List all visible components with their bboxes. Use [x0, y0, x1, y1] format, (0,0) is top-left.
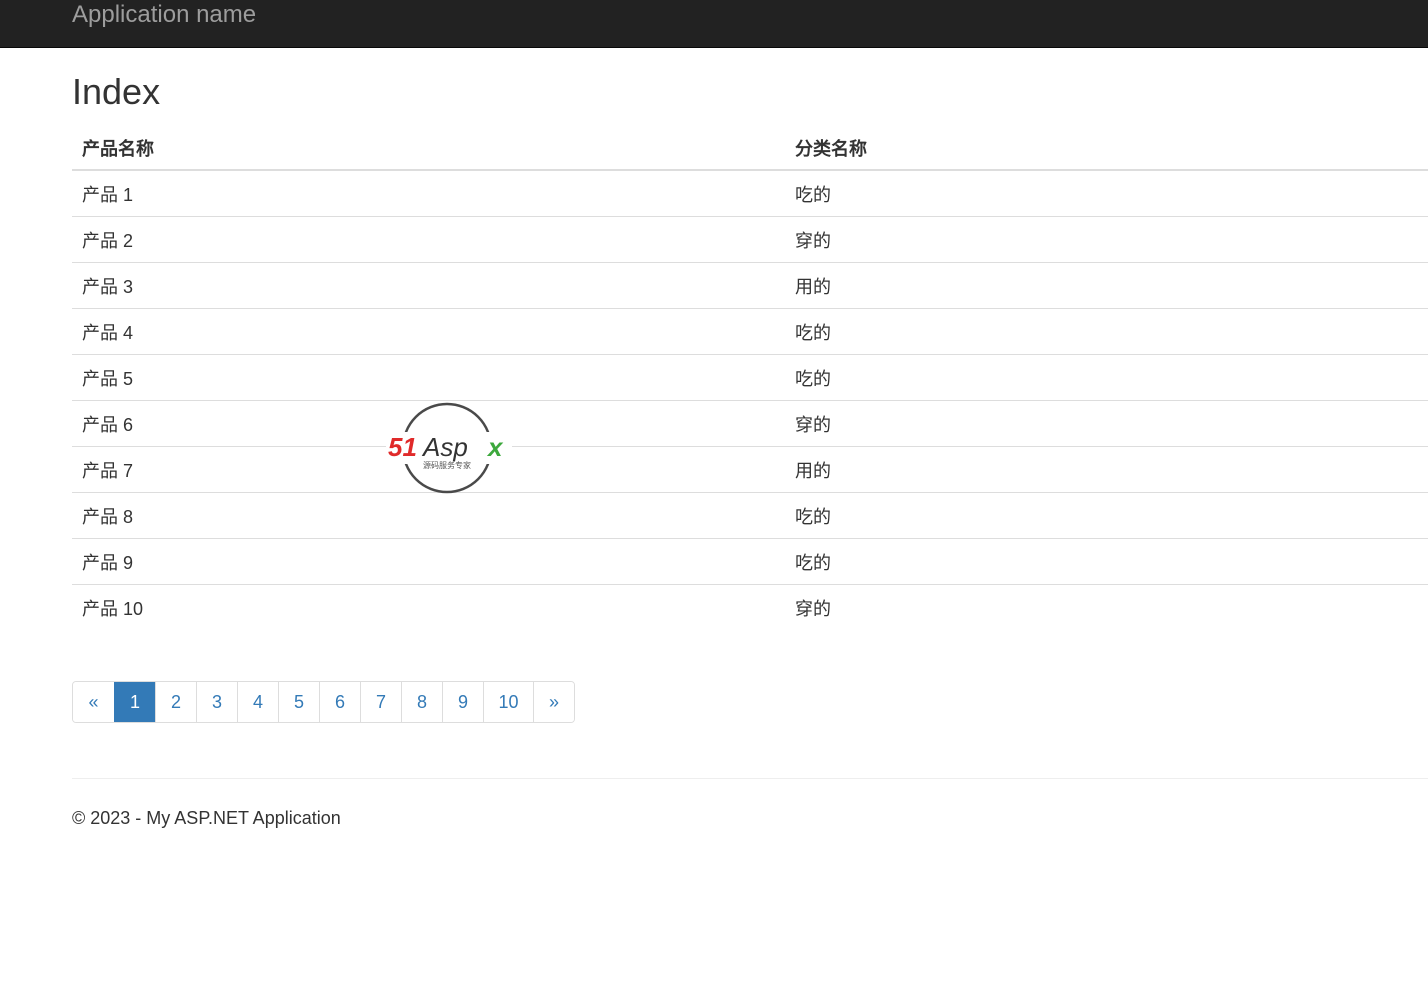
footer-copyright: © 2023 - My ASP.NET Application	[72, 808, 341, 828]
table-row: 产品 1 吃的	[72, 169, 1428, 217]
product-name-cell: 产品 9	[72, 538, 785, 585]
watermark-logo-mark-asp: Asp	[421, 432, 468, 462]
product-name-cell: 产品 2	[72, 216, 785, 263]
pagination-page-5[interactable]: 5	[278, 682, 319, 722]
pagination-prev-button[interactable]: «	[73, 682, 114, 722]
pagination-page-9[interactable]: 9	[442, 682, 483, 722]
product-name-cell: 产品 4	[72, 308, 785, 355]
watermark-logo-mark-51: 51	[388, 432, 417, 462]
product-name-cell: 产品 8	[72, 492, 785, 539]
product-name-cell: 产品 1	[72, 169, 785, 217]
watermark-logo-mark-x: x	[486, 432, 504, 462]
table-header-row: 产品名称 分类名称	[72, 126, 1428, 171]
product-name-cell: 产品 3	[72, 262, 785, 309]
product-name-cell: 产品 10	[72, 584, 785, 630]
table-row: 产品 3 用的	[72, 262, 1428, 309]
category-name-cell: 穿的	[785, 400, 1428, 447]
column-header-product-name: 产品名称	[72, 126, 785, 171]
table-row: 产品 5 吃的	[72, 354, 1428, 401]
product-name-cell: 产品 5	[72, 354, 785, 401]
pagination-page-8[interactable]: 8	[401, 682, 442, 722]
watermark-logo-icon: 51 Asp x 源码服务专家	[386, 402, 512, 494]
pagination-page-6[interactable]: 6	[319, 682, 360, 722]
pagination-page-4[interactable]: 4	[237, 682, 278, 722]
table-row: 产品 10 穿的	[72, 584, 1428, 630]
table-row: 产品 2 穿的	[72, 216, 1428, 263]
pagination-page-10[interactable]: 10	[483, 682, 533, 722]
app-brand-link[interactable]: Application name	[72, 0, 256, 30]
pagination-page-7[interactable]: 7	[360, 682, 401, 722]
table-row: 产品 8 吃的	[72, 492, 1428, 539]
product-table: 产品名称 分类名称 产品 1 吃的 产品 2 穿的 产品 3 用的 产品 4 吃…	[72, 126, 1428, 630]
table-row: 产品 9 吃的	[72, 538, 1428, 585]
footer-divider	[72, 778, 1428, 779]
category-name-cell: 用的	[785, 262, 1428, 309]
pagination: « 1 2 3 4 5 6 7 8 9 10 »	[72, 681, 575, 723]
column-header-category-name: 分类名称	[785, 126, 1428, 171]
watermark-logo: 51 Asp x 源码服务专家	[386, 402, 512, 494]
category-name-cell: 吃的	[785, 169, 1428, 217]
table-row: 产品 7 用的	[72, 446, 1428, 493]
page-title: Index	[72, 71, 161, 112]
table-row: 产品 6 穿的	[72, 400, 1428, 447]
category-name-cell: 吃的	[785, 308, 1428, 355]
table-row: 产品 4 吃的	[72, 308, 1428, 355]
pagination-page-1[interactable]: 1	[114, 682, 155, 722]
category-name-cell: 穿的	[785, 584, 1428, 630]
category-name-cell: 吃的	[785, 492, 1428, 539]
pagination-page-2[interactable]: 2	[155, 682, 196, 722]
pagination-next-button[interactable]: »	[533, 682, 574, 722]
category-name-cell: 吃的	[785, 538, 1428, 585]
watermark-tagline-mark: 源码服务专家	[423, 460, 471, 470]
top-navbar: Application name	[0, 0, 1428, 48]
category-name-cell: 用的	[785, 446, 1428, 493]
category-name-cell: 穿的	[785, 216, 1428, 263]
pagination-page-3[interactable]: 3	[196, 682, 237, 722]
category-name-cell: 吃的	[785, 354, 1428, 401]
